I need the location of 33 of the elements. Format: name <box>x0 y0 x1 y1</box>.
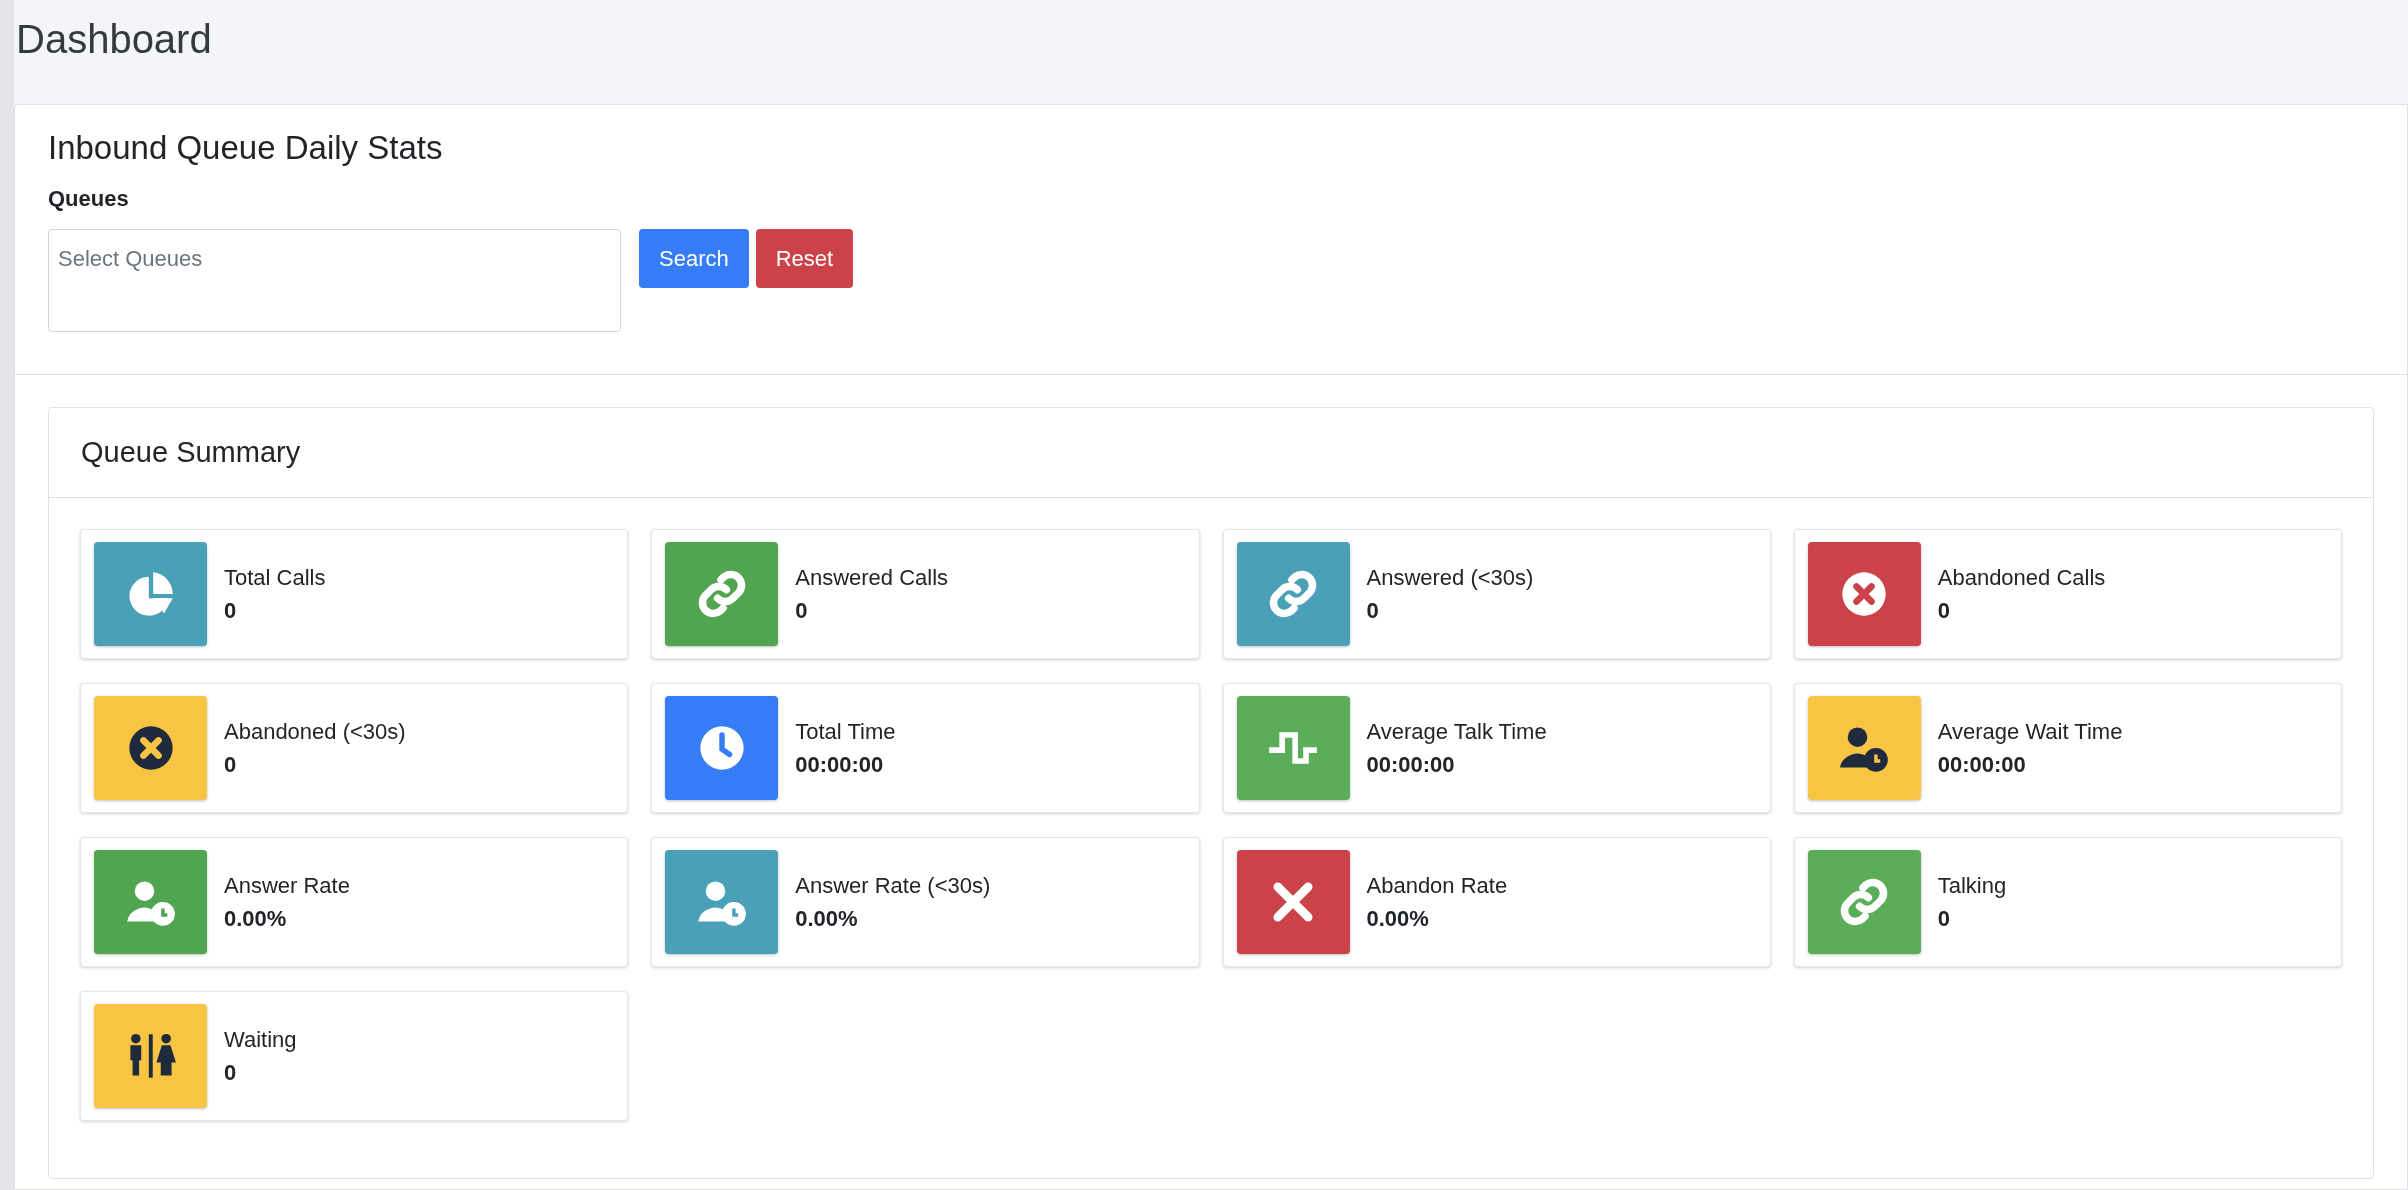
action-button[interactable]: Reset <box>755 229 854 289</box>
field-label: Queues <box>48 185 129 214</box>
stat-value: 0 <box>224 751 237 779</box>
stat-value: 00:00:00 <box>1366 751 1455 779</box>
stat-label: Abandoned Calls <box>1937 563 2106 592</box>
page-title: Dashboard <box>16 16 212 63</box>
stat-value: 0.00% <box>224 905 287 933</box>
stat-label: Answer Rate <box>224 871 350 900</box>
stat-label: Abandoned (<30s) <box>224 717 406 746</box>
stat-value: 00:00:00 <box>1937 751 2026 779</box>
action-button[interactable]: Search <box>639 229 749 289</box>
stat-value: 00:00:00 <box>795 751 884 779</box>
card-title: Inbound Queue Daily Stats <box>48 128 443 168</box>
stat-label: Answer Rate (<30s) <box>795 871 991 900</box>
stat-label: Answered (<30s) <box>1366 563 1534 592</box>
stat-label: Average Talk Time <box>1366 717 1547 746</box>
stat-label: Total Time <box>795 717 896 746</box>
stat-value: 0.00% <box>1366 905 1429 933</box>
stat-label: Waiting <box>224 1025 297 1054</box>
stat-label: Abandon Rate <box>1366 871 1508 900</box>
stat-value: 0 <box>224 597 237 625</box>
stat-value: 0.00% <box>795 905 858 933</box>
stat-label: Total Calls <box>224 563 326 592</box>
stat-value: 0 <box>1937 597 1950 625</box>
stat-value: 0 <box>1366 597 1379 625</box>
card-title: Queue Summary <box>81 435 301 470</box>
stat-label: Talking <box>1937 871 2007 900</box>
stat-value: 0 <box>224 1059 237 1087</box>
queues-select-field[interactable]: Select Queues <box>48 229 621 333</box>
stat-label: Average Wait Time <box>1937 717 2123 746</box>
stat-value: 0 <box>795 597 808 625</box>
stat-value: 0 <box>1937 905 1950 933</box>
stat-label: Answered Calls <box>795 563 949 592</box>
